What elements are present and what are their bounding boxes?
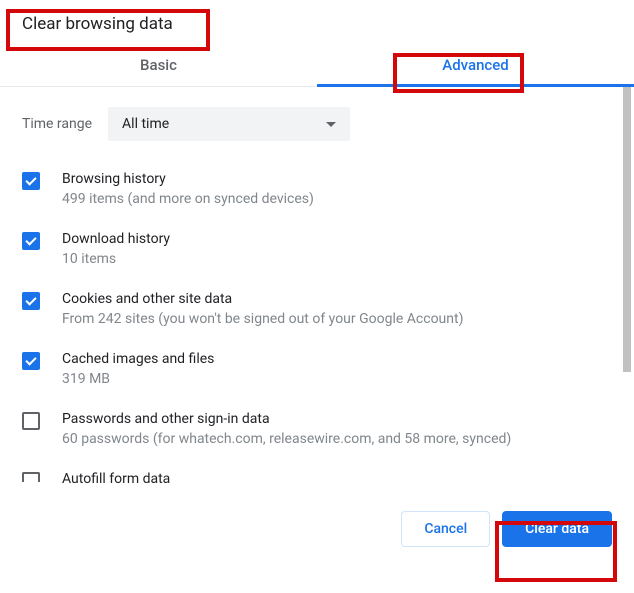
list-item: Browsing history 499 items (and more on … [22,159,612,219]
item-text: Download history 10 items [62,231,612,267]
tab-bar: Basic Advanced [0,46,634,87]
list-item: Cached images and files 319 MB [22,339,612,399]
chevron-down-icon [326,122,336,127]
tab-basic-label: Basic [140,56,177,74]
list-item: Download history 10 items [22,219,612,279]
list-item: Cookies and other site data From 242 sit… [22,279,612,339]
item-title: Browsing history [62,171,612,187]
item-subtitle: 10 items [62,251,612,267]
item-title: Cached images and files [62,351,612,367]
item-text: Cached images and files 319 MB [62,351,612,387]
item-title: Autofill form data [62,471,612,483]
item-text: Browsing history 499 items (and more on … [62,171,612,207]
tab-advanced[interactable]: Advanced [317,46,634,86]
list-item: Passwords and other sign-in data 60 pass… [22,399,612,459]
item-subtitle: 499 items (and more on synced devices) [62,191,612,207]
item-text: Passwords and other sign-in data 60 pass… [62,411,612,447]
item-text: Autofill form data [62,471,612,483]
item-title: Passwords and other sign-in data [62,411,612,427]
tab-basic[interactable]: Basic [0,46,317,86]
checkbox-autofill[interactable] [22,472,40,482]
list-item: Autofill form data [22,459,612,483]
item-subtitle: From 242 sites (you won't be signed out … [62,311,612,327]
dialog-footer: Cancel Clear data [0,487,634,571]
clear-data-button[interactable]: Clear data [502,511,612,547]
item-subtitle: 60 passwords (for whatech.com, releasewi… [62,431,612,447]
checkbox-download-history[interactable] [22,232,40,250]
checkbox-passwords[interactable] [22,412,40,430]
scroll-area: Time range All time Browsing history 499… [0,87,634,487]
time-range-value: All time [122,116,169,132]
time-range-row: Time range All time [22,87,612,159]
checkbox-cookies[interactable] [22,292,40,310]
cancel-button[interactable]: Cancel [401,511,490,547]
item-subtitle: 319 MB [62,371,612,387]
cancel-label: Cancel [424,521,467,537]
time-range-select[interactable]: All time [108,107,350,141]
item-title: Cookies and other site data [62,291,612,307]
scrollbar-track[interactable] [620,87,634,487]
dialog-title: Clear browsing data [0,0,634,46]
checkbox-browsing-history[interactable] [22,172,40,190]
tab-advanced-label: Advanced [442,56,508,74]
clear-browsing-data-dialog: Clear browsing data Basic Advanced Time … [0,0,634,571]
dialog-body: Time range All time Browsing history 499… [0,87,634,487]
time-range-label: Time range [22,116,92,132]
item-title: Download history [62,231,612,247]
checkbox-cached[interactable] [22,352,40,370]
scrollbar-thumb[interactable] [623,87,631,372]
clear-label: Clear data [525,521,589,537]
item-text: Cookies and other site data From 242 sit… [62,291,612,327]
